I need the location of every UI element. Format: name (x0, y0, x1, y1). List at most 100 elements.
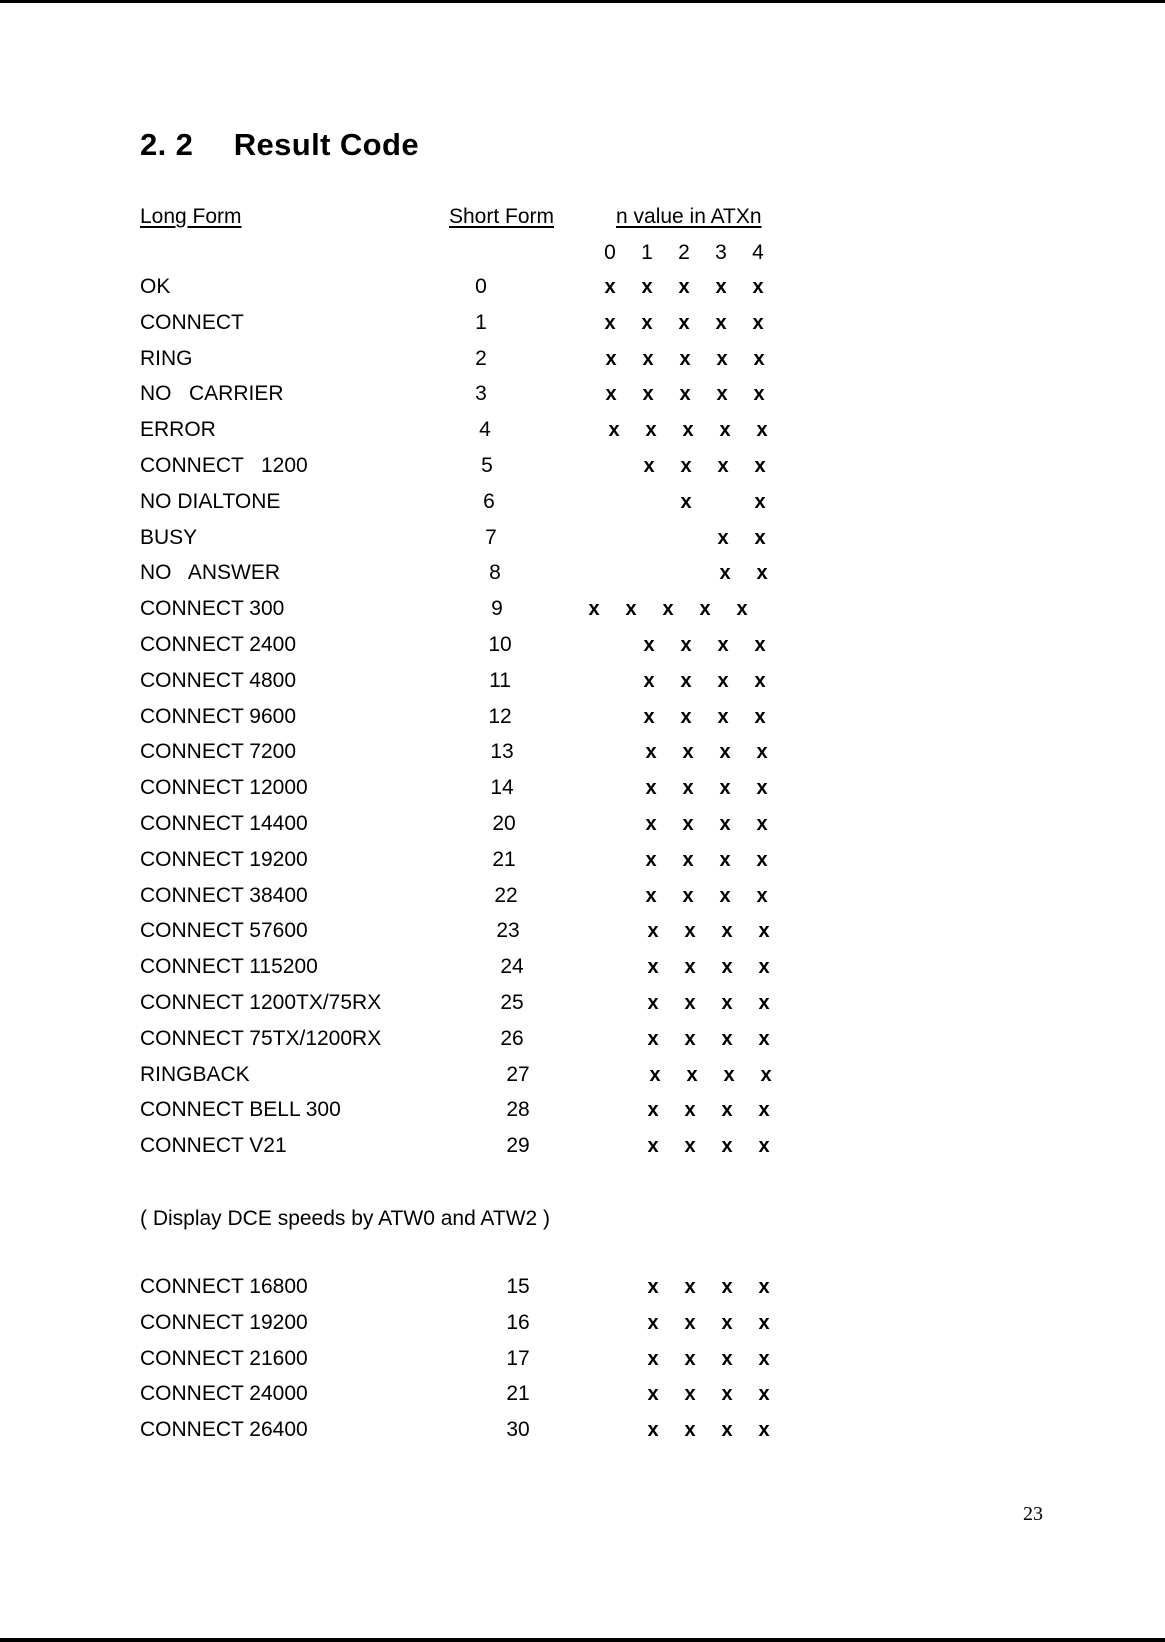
n-value-marks: xxxx (140, 919, 860, 955)
mark-x-col-2: x (684, 1383, 696, 1406)
mark-x-col-4: x (758, 1311, 770, 1334)
dce-speed-table: CONNECT 16800 15 x x x x CONNECT 19200 16 x x x x CO… (140, 1275, 860, 1454)
mark-x-col-2: x (684, 956, 696, 979)
mark-x-col-4: x (756, 562, 768, 585)
page-number: 23 (1023, 1503, 1043, 1525)
mark-x-col-1: x (643, 669, 655, 692)
mark-x-col-2: x (680, 633, 692, 656)
table-row: CONNECT 24000 21 x x x x (140, 1382, 860, 1418)
mark-x-col-0: x (605, 347, 617, 370)
mark-x-col-2: x (679, 347, 691, 370)
mark-x-col-1: x (645, 848, 657, 871)
mark-x-col-2: x (680, 454, 692, 477)
mark-x-col-2: x (682, 741, 694, 764)
n-value-marks: xxxx (140, 705, 860, 741)
mark-x-col-3: x (721, 1311, 733, 1334)
mark-x-col-1: x (647, 991, 659, 1014)
n-value-marks: xxxx (140, 1311, 860, 1347)
table-row: CONNECT 4800 11 x x x x (140, 669, 860, 705)
mark-x-col-4: x (756, 741, 768, 764)
document-page: 2. 2 Result Code Long Form Short Form n … (0, 0, 1165, 1642)
mark-x-col-4: x (754, 526, 766, 549)
mark-x-col-1: x (643, 454, 655, 477)
n-value-column-numbers: 0 1 2 3 4 (140, 241, 840, 267)
mark-x-col-4: x (754, 454, 766, 477)
mark-x-col-3: x (716, 347, 728, 370)
mark-x-col-4: x (756, 777, 768, 800)
mark-x-col-2: x (682, 419, 694, 442)
mark-x-col-1: x (642, 383, 654, 406)
mark-x-col-0: x (605, 383, 617, 406)
n-value-marks: xxxx (140, 955, 860, 991)
mark-x-col-0: x (604, 311, 616, 334)
mark-x-col-2: x (678, 311, 690, 334)
table-row: CONNECT 16800 15 x x x x (140, 1275, 860, 1311)
n-value-marks: xxxxx (140, 382, 860, 418)
mark-x-col-4: x (754, 705, 766, 728)
table-row: CONNECT V21 29 x x x x (140, 1134, 860, 1170)
mark-x-col-2: x (684, 1311, 696, 1334)
table-row: OK 0 x x x x x (140, 275, 860, 311)
mark-x-col-1: x (641, 311, 653, 334)
n-value-marks: xxxx (140, 812, 860, 848)
mark-x-col-4: x (752, 311, 764, 334)
table-row: ERROR 4 x x x x x (140, 418, 860, 454)
mark-x-col-4: x (753, 383, 765, 406)
table-row: BUSY 7 x x (140, 526, 860, 562)
mark-x-col-2: x (684, 991, 696, 1014)
table-row: CONNECT 1200 5 x x x x (140, 454, 860, 490)
mark-x-col-4: x (756, 884, 768, 907)
mark-x-col-2: x (680, 490, 692, 513)
column-headers: Long Form Short Form n value in ATXn (140, 205, 840, 231)
mark-x-col-1: x (647, 1276, 659, 1298)
n-value-marks: xxxxx (140, 275, 860, 311)
n-value-marks: xxxx (140, 884, 860, 920)
mark-x-col-1: x (647, 1027, 659, 1050)
mark-x-col-3: x (717, 454, 729, 477)
mark-x-col-4: x (756, 848, 768, 871)
mark-x-col-2: x (682, 777, 694, 800)
mark-x-col-4: x (758, 1135, 770, 1158)
table-row: CONNECT 1 x x x x x (140, 311, 860, 347)
mark-x-col-2: x (684, 1099, 696, 1122)
n-column-label-4: 4 (752, 241, 764, 264)
mark-x-col-1: x (647, 1383, 659, 1406)
column-header-n-value: n value in ATXn (616, 205, 762, 228)
mark-x-col-3: x (721, 1099, 733, 1122)
mark-x-col-2: x (684, 1135, 696, 1158)
table-row: CONNECT 14400 20 x x x x (140, 812, 860, 848)
mark-x-col-4: x (758, 1276, 770, 1298)
table-row: CONNECT 26400 30 x x x x (140, 1418, 860, 1454)
n-value-marks: xxxxx (140, 311, 860, 347)
mark-x-col-2: x (682, 884, 694, 907)
mark-x-col-2: x (680, 669, 692, 692)
mark-x-col-4: x (758, 1347, 770, 1370)
table-row: CONNECT 21600 17 x x x x (140, 1347, 860, 1383)
mark-x-col-4: x (758, 1383, 770, 1406)
mark-x-col-2: x (684, 1027, 696, 1050)
table-row: CONNECT 75TX/1200RX 26 x x x x (140, 1027, 860, 1063)
n-value-marks: xxxxx (140, 597, 860, 633)
table-row: CONNECT 300 9 x x x x x (140, 597, 860, 633)
mark-x-col-3: x (721, 1135, 733, 1158)
mark-x-col-3: x (699, 598, 711, 621)
mark-x-col-3: x (716, 383, 728, 406)
mark-x-col-1: x (647, 1099, 659, 1122)
mark-x-col-1: x (647, 1419, 659, 1442)
mark-x-col-1: x (625, 598, 637, 621)
mark-x-col-3: x (721, 1347, 733, 1370)
mark-x-col-2: x (684, 1419, 696, 1442)
mark-x-col-4: x (754, 669, 766, 692)
mark-x-col-3: x (719, 777, 731, 800)
mark-x-col-2: x (684, 920, 696, 943)
n-value-marks: xxxx (140, 991, 860, 1027)
mark-x-col-4: x (758, 991, 770, 1014)
mark-x-col-4: x (753, 347, 765, 370)
table-row: CONNECT 9600 12 x x x x (140, 705, 860, 741)
mark-x-col-3: x (719, 812, 731, 835)
mark-x-col-1: x (647, 920, 659, 943)
mark-x-col-2: x (686, 1063, 698, 1086)
mark-x-col-1: x (643, 633, 655, 656)
n-value-marks: xxxx (140, 848, 860, 884)
n-value-marks: xx (140, 490, 860, 526)
